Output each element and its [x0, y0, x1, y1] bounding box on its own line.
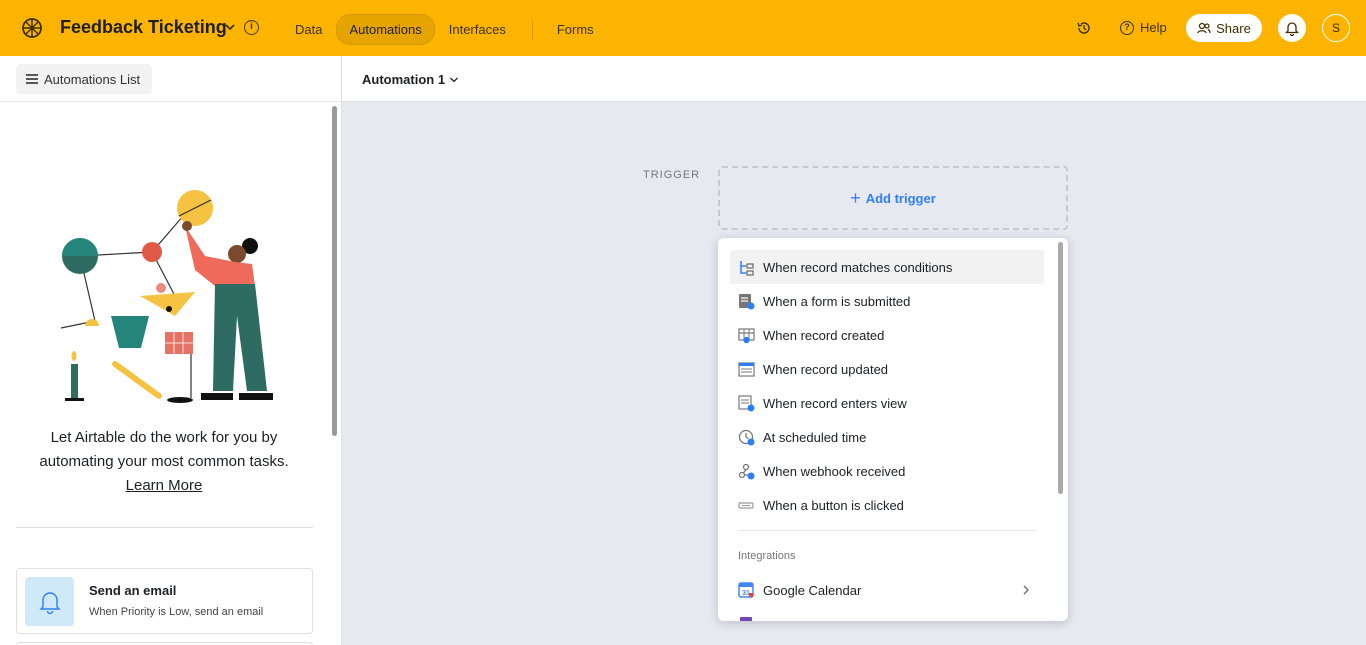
menu-item-label: When record updated	[763, 361, 889, 377]
menu-item-google-calendar[interactable]: 31 Google Calendar	[730, 573, 1044, 607]
conditions-icon	[740, 260, 754, 276]
trigger-type-menu: When record matches conditions When a fo…	[718, 238, 1068, 621]
automation-header: Automation 1	[342, 56, 1366, 102]
menu-item-record-enters-view[interactable]: When record enters view	[730, 386, 1044, 420]
chevron-down-icon	[450, 77, 459, 82]
webhook-icon	[738, 463, 755, 479]
notifications-button[interactable]	[1278, 14, 1306, 42]
users-icon	[1197, 22, 1211, 34]
template-icon	[25, 577, 74, 626]
divider	[0, 101, 341, 102]
tab-interfaces[interactable]: Interfaces	[437, 15, 518, 44]
record-created-icon	[738, 327, 755, 343]
main-nav: Data Automations Interfaces Forms	[283, 14, 608, 45]
record-updated-icon	[738, 361, 755, 377]
menu-icon	[26, 74, 38, 84]
menu-item-label: When a button is clicked	[763, 497, 904, 513]
menu-item-label: When record created	[763, 327, 885, 343]
avatar[interactable]: S	[1322, 14, 1350, 42]
menu-item-label: At scheduled time	[763, 429, 867, 445]
share-label: Share	[1216, 20, 1251, 36]
learn-more-link[interactable]: Learn More	[126, 477, 203, 494]
help-label: Help	[1140, 20, 1167, 35]
bell-icon	[1285, 22, 1299, 36]
menu-item-webhook-received[interactable]: When webhook received	[730, 454, 1044, 488]
menu-item-scheduled-time[interactable]: At scheduled time	[730, 420, 1044, 454]
template-title: Send an email	[89, 583, 177, 598]
clock-icon	[738, 429, 755, 445]
menu-item-record-created[interactable]: When record created	[730, 318, 1044, 352]
share-button[interactable]: Share	[1186, 14, 1262, 42]
help-icon: ?	[1120, 20, 1134, 35]
automation-illustration	[60, 190, 273, 403]
automation-name-dropdown[interactable]: Automation 1	[362, 72, 459, 87]
automations-sidebar: Automations List Let Airtable do the wor…	[0, 56, 342, 645]
integration-icon	[740, 616, 752, 621]
sidebar-scrollbar[interactable]	[332, 106, 337, 436]
menu-item-label: When record enters view	[763, 395, 907, 411]
menu-item-button-clicked[interactable]: When a button is clicked	[730, 488, 1044, 522]
tab-forms[interactable]: Forms	[545, 15, 606, 44]
menu-item-record-updated[interactable]: When record updated	[730, 352, 1044, 386]
automations-list-label: Automations List	[44, 71, 141, 87]
button-icon	[738, 501, 754, 509]
promo-text: Let Airtable do the work for you by auto…	[30, 426, 298, 498]
base-logo-icon[interactable]	[20, 16, 44, 40]
template-subtitle: When Priority is Low, send an email	[89, 606, 264, 618]
menu-item-label: When a form is submitted	[763, 293, 911, 309]
automations-list-button[interactable]: Automations List	[16, 64, 152, 94]
add-trigger-button[interactable]: + Add trigger	[718, 166, 1068, 230]
form-icon	[739, 293, 755, 309]
menu-scrollbar[interactable]	[1058, 242, 1063, 494]
menu-item-label: When webhook received	[763, 463, 906, 479]
menu-item-form-submitted[interactable]: When a form is submitted	[730, 284, 1044, 318]
menu-item-next-integration[interactable]	[730, 607, 1044, 621]
menu-item-label: When record matches conditions	[763, 259, 953, 275]
menu-item-record-matches-conditions[interactable]: When record matches conditions	[730, 250, 1044, 284]
tab-automations[interactable]: Automations	[336, 14, 435, 45]
top-bar: Feedback Ticketing i Data Automations In…	[0, 0, 1366, 56]
help-button[interactable]: ? Help	[1120, 20, 1167, 35]
info-icon[interactable]: i	[244, 20, 259, 35]
promo-message: Let Airtable do the work for you by auto…	[39, 429, 289, 470]
nav-divider	[531, 19, 533, 40]
tab-data[interactable]: Data	[283, 15, 334, 44]
menu-item-label: Google Calendar	[763, 582, 862, 598]
google-calendar-icon: 31	[738, 581, 754, 598]
add-trigger-label: Add trigger	[865, 190, 936, 206]
automation-name: Automation 1	[362, 72, 446, 87]
chevron-right-icon	[1023, 585, 1029, 595]
base-title[interactable]: Feedback Ticketing	[60, 17, 227, 38]
history-icon[interactable]	[1076, 20, 1092, 36]
template-card-send-email[interactable]: Send an email When Priority is Low, send…	[16, 568, 313, 634]
divider	[16, 527, 313, 528]
menu-divider	[738, 530, 1036, 531]
bell-icon	[38, 591, 61, 614]
integrations-heading: Integrations	[738, 550, 796, 562]
plus-icon: +	[850, 187, 861, 208]
svg-text:31: 31	[742, 590, 750, 597]
view-icon	[738, 394, 755, 411]
trigger-label: TRIGGER	[643, 169, 701, 181]
chevron-down-icon[interactable]	[224, 20, 236, 34]
